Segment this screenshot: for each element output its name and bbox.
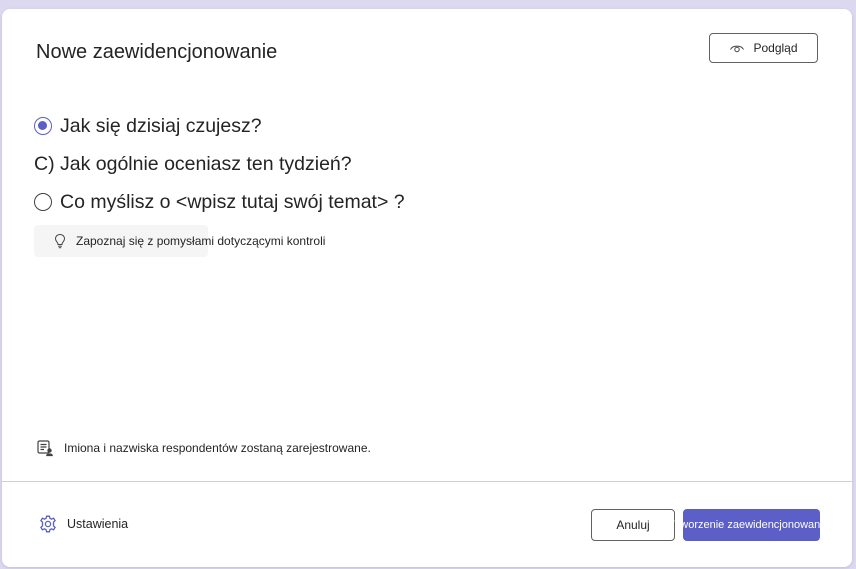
lightbulb-icon — [54, 233, 66, 249]
radio-selected-icon[interactable] — [34, 117, 52, 135]
settings-label: Ustawienia — [67, 517, 129, 531]
new-checkin-dialog: Nowe zaewidencjonowanie Podgląd Jak się … — [2, 9, 852, 567]
checkin-ideas-button[interactable]: Zapoznaj się z pomysłami dotyczącymi kon… — [34, 225, 325, 257]
respondent-names-notice: Imiona i nazwiska respondentów zostaną z… — [36, 439, 371, 457]
question-options: Jak się dzisiaj czujesz? C) Jak ogólnie … — [34, 107, 405, 221]
create-checkin-button[interactable]: Tworzenie zaewidencjonowania — [674, 509, 829, 541]
cancel-button[interactable]: Anuluj — [591, 509, 675, 541]
ideas-button-label: Zapoznaj się z pomysłami dotyczącymi kon… — [76, 234, 326, 248]
notice-text: Imiona i nazwiska respondentów zostaną z… — [64, 441, 371, 455]
person-list-icon — [37, 440, 53, 457]
preview-button[interactable]: Podgląd — [709, 33, 818, 63]
option-week-rating[interactable]: C) Jak ogólnie oceniasz ten tydzień? — [34, 145, 405, 183]
gear-icon — [40, 515, 56, 533]
eye-icon — [730, 45, 745, 53]
settings-link[interactable]: Ustawienia — [38, 514, 128, 534]
radio-unselected-icon[interactable] — [34, 193, 52, 211]
dialog-title: Nowe zaewidencjonowanie — [36, 41, 278, 63]
option-label: Co myślisz o <wpisz tutaj swój temat> ? — [60, 190, 405, 213]
option-label: C) Jak ogólnie oceniasz ten tydzień? — [34, 152, 352, 175]
preview-button-label: Podgląd — [753, 41, 798, 55]
option-feeling-today[interactable]: Jak się dzisiaj czujesz? — [34, 107, 405, 145]
footer-divider — [2, 481, 852, 482]
option-label: Jak się dzisiaj czujesz? — [60, 114, 262, 137]
option-custom-topic[interactable]: Co myślisz o <wpisz tutaj swój temat> ? — [34, 183, 405, 221]
